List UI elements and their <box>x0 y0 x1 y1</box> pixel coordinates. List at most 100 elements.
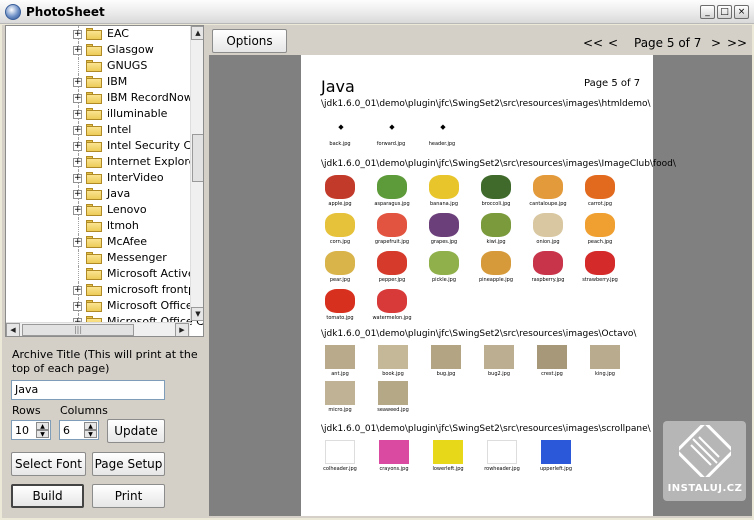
tree-item[interactable]: + Intel Security Che <box>6 138 203 154</box>
expand-icon[interactable]: + <box>73 158 82 167</box>
scroll-down-icon[interactable]: ▼ <box>191 307 203 321</box>
folder-tree[interactable]: + EAC + Glasgow GNUGS + IBM + IBM RecordNow! + ill… <box>5 25 204 337</box>
tree-item-label: GNUGS <box>107 59 148 72</box>
spin-down-icon[interactable]: ▼ <box>84 430 97 438</box>
tree-item[interactable]: Messenger <box>6 250 188 266</box>
last-page-button[interactable]: >> <box>727 36 747 50</box>
tree-item[interactable]: GNUGS <box>6 58 188 74</box>
select-font-button[interactable]: Select Font <box>11 452 86 476</box>
tree-item[interactable]: + Microsoft Office <box>6 298 193 314</box>
thumbnail-caption: lowerleft.jpg <box>432 466 464 472</box>
tree-item[interactable]: + Java <box>6 186 188 202</box>
tree-item[interactable]: + InterVideo <box>6 170 188 186</box>
thumbnail-caption: book.jpg <box>382 371 404 377</box>
build-button[interactable]: Build <box>11 484 84 508</box>
expand-icon[interactable]: + <box>73 110 82 119</box>
scroll-left-icon[interactable]: ◀ <box>6 323 20 336</box>
print-button[interactable]: Print <box>92 484 165 508</box>
folder-icon <box>86 236 103 248</box>
tree-item[interactable]: + McAfee <box>6 234 188 250</box>
thumbnail-image <box>377 175 407 199</box>
archive-title-label: Archive Title (This will print at the to… <box>12 348 198 375</box>
columns-spinner[interactable]: 6 ▲ ▼ <box>59 420 99 440</box>
tree-item[interactable]: + illuminable <box>6 106 188 122</box>
options-button[interactable]: Options <box>212 29 287 53</box>
tree-item[interactable]: + IBM RecordNow! <box>6 90 197 106</box>
thumbnail-image <box>533 251 563 275</box>
horizontal-scroll-thumb[interactable]: ||| <box>22 324 134 336</box>
expand-icon[interactable]: + <box>73 46 82 55</box>
update-button[interactable]: Update <box>107 419 165 443</box>
tree-item[interactable]: + Internet Explorer <box>6 154 200 170</box>
expand-icon[interactable]: + <box>73 126 82 135</box>
close-button[interactable]: × <box>734 5 749 19</box>
next-page-button[interactable]: > <box>711 36 721 50</box>
rows-value: 10 <box>15 424 29 437</box>
tree-item[interactable]: ltmoh <box>6 218 188 234</box>
thumbnail-caption: upperleft.jpg <box>539 466 573 472</box>
tree-item-label: Internet Explorer <box>107 155 200 168</box>
expand-icon[interactable]: + <box>73 94 82 103</box>
spin-up-icon[interactable]: ▲ <box>36 422 49 430</box>
expand-icon[interactable]: + <box>73 174 82 183</box>
tree-item-label: EAC <box>107 27 129 40</box>
thumbnail-caption: crest.jpg <box>541 371 563 377</box>
preview-page: Java Page 5 of 7 \jdk1.6.0_01\demo\plugi… <box>301 55 676 516</box>
first-page-button[interactable]: << <box>583 36 603 50</box>
archive-title-input[interactable]: Java <box>11 380 165 400</box>
expand-icon[interactable]: + <box>73 238 82 247</box>
thumbnail-image: ◆ <box>372 115 412 139</box>
expand-icon[interactable]: + <box>73 142 82 151</box>
instaluj-logo-icon <box>679 425 731 477</box>
folder-icon <box>86 156 103 168</box>
tree-horizontal-scrollbar[interactable]: ◀ ||| ▶ <box>6 322 190 336</box>
folder-icon <box>86 108 103 120</box>
tree-line <box>78 266 79 282</box>
thumbnail-image <box>325 251 355 275</box>
page-number: Page 5 of 7 <box>584 78 641 89</box>
thumbnail-image <box>481 251 511 275</box>
watermark-logo: INSTALUJ.CZ <box>663 421 746 501</box>
tree-item[interactable]: + Lenovo <box>6 202 188 218</box>
tree-item[interactable]: + EAC <box>6 26 188 42</box>
tree-item[interactable]: + Intel <box>6 122 188 138</box>
thumbnail-caption: tomato.jpg <box>326 315 354 321</box>
tree-item[interactable]: + microsoft frontpa <box>6 282 202 298</box>
maximize-button[interactable]: □ <box>717 5 732 19</box>
scroll-up-icon[interactable]: ▲ <box>191 26 203 40</box>
expand-icon[interactable]: + <box>73 302 82 311</box>
scroll-right-icon[interactable]: ▶ <box>175 323 189 336</box>
expand-icon[interactable]: + <box>73 286 82 295</box>
tree-vertical-scrollbar[interactable]: ▲ ▼ <box>190 26 203 321</box>
page-setup-button[interactable]: Page Setup <box>92 452 165 476</box>
thumbnail-caption: pear.jpg <box>329 277 351 283</box>
minimize-button[interactable]: _ <box>700 5 715 19</box>
previous-page-button[interactable]: < <box>608 36 618 50</box>
tree-item-label: IBM <box>107 75 128 88</box>
tree-item[interactable]: + Glasgow <box>6 42 188 58</box>
tree-item-label: Java <box>107 187 131 200</box>
thumbnail-caption: cantaloupe.jpg <box>529 201 567 207</box>
thumbnail-image <box>379 440 409 464</box>
spin-down-icon[interactable]: ▼ <box>36 430 49 438</box>
vertical-scroll-thumb[interactable] <box>192 134 203 182</box>
thumbnail-image <box>325 345 355 369</box>
thumbnail-caption: watermelon.jpg <box>372 315 412 321</box>
expand-icon[interactable]: + <box>73 78 82 87</box>
tree-item[interactable]: + IBM <box>6 74 188 90</box>
rows-spinner[interactable]: 10 ▲ ▼ <box>11 420 51 440</box>
thumbnail-image <box>377 289 407 313</box>
thumbnail-caption: kiwi.jpg <box>486 239 506 245</box>
expand-icon[interactable]: + <box>73 30 82 39</box>
thumbnail-caption: broccoli.jpg <box>481 201 511 207</box>
thumbnail-image <box>481 175 511 199</box>
expand-icon[interactable]: + <box>73 206 82 215</box>
expand-icon[interactable]: + <box>73 190 82 199</box>
spin-up-icon[interactable]: ▲ <box>84 422 97 430</box>
thumbnail-caption: back.jpg <box>329 141 351 147</box>
folder-icon <box>86 140 103 152</box>
tree-item-label: IBM RecordNow! <box>107 91 198 104</box>
tree-item-label: Microsoft ActiveS <box>107 267 202 280</box>
thumbnail-caption: seaweed.jpg <box>377 407 409 413</box>
tree-item[interactable]: Microsoft ActiveS <box>6 266 202 282</box>
